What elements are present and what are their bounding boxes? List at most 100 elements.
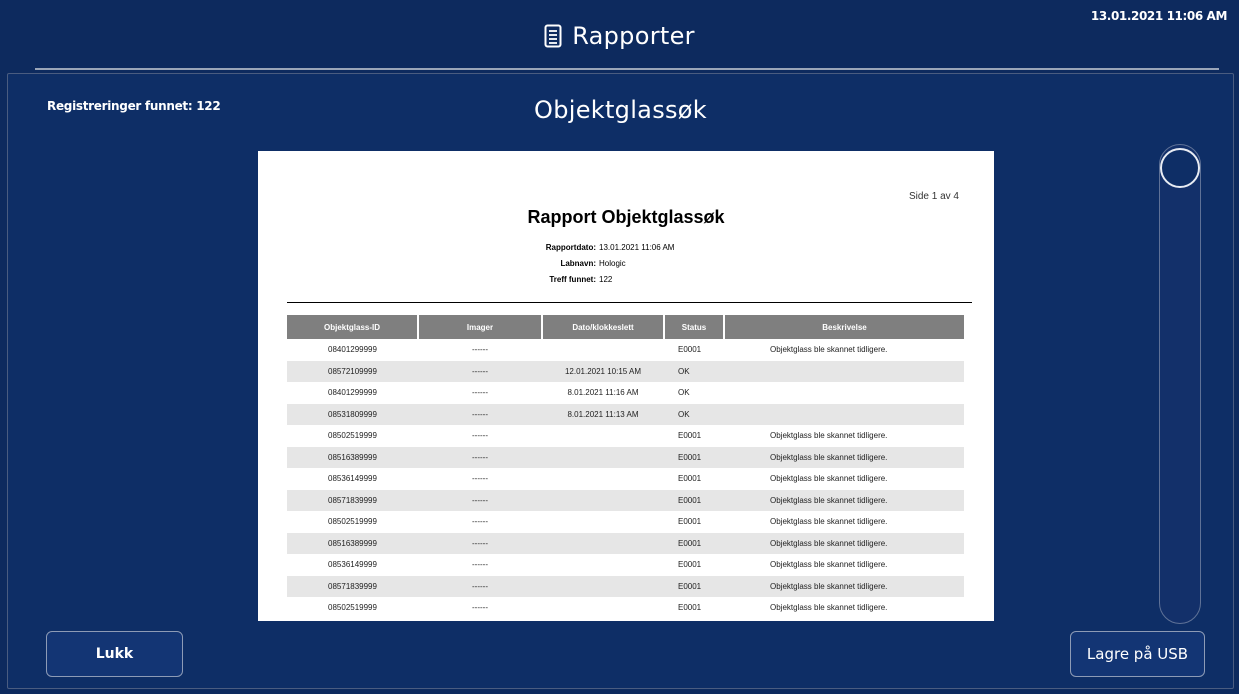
datetime-cell: 8.01.2021 11:13 AM (542, 403, 664, 425)
table-header-row: Objektglass-ID Imager Dato/klokkeslett S… (287, 315, 964, 339)
status-cell: E0001 (678, 431, 702, 441)
description-cell: Objektglass ble skannet tidligere. (724, 489, 964, 511)
status-cell: E0001 (678, 474, 702, 484)
table-row: 08516389999 ------ E0001 Objektglass ble sk… (287, 532, 964, 554)
description-cell: Objektglass ble skannet tidligere. (724, 532, 964, 554)
column-header-datetime: Dato/klokkeslett (542, 315, 665, 339)
imager-cell: ------ (472, 345, 488, 355)
imager-cell: ------ (472, 388, 488, 398)
column-header-slide-id: Objektglass-ID (287, 315, 419, 339)
column-header-imager: Imager (418, 315, 543, 339)
report-preview[interactable]: Side 1 av 4 Rapport Objektglassøk Rappor… (258, 151, 994, 621)
status-cell: OK (664, 360, 724, 382)
report-meta: Rapportdato: 13.01.2021 11:06 AM Labnavn… (258, 243, 994, 291)
meta-value: Hologic (599, 259, 626, 268)
slide-id-cell: 08536149999 (328, 560, 377, 570)
description-cell: Objektglass ble skannet tidligere. (724, 575, 964, 597)
status-cell: E0001 (678, 345, 702, 355)
close-button[interactable]: Lukk (46, 631, 183, 677)
status-cell: OK (678, 388, 690, 398)
table-row: 08516389999 ------ E0001 Objektglass ble sk… (287, 446, 964, 468)
slide-id-cell: 08536149999 (328, 474, 377, 484)
status-cell: E0001 (664, 446, 724, 468)
report-divider (287, 302, 972, 303)
datetime-cell (542, 446, 664, 468)
datetime-cell (542, 339, 664, 361)
table-row: 08536149999 ------ E0001 Objektglass ble sk… (287, 468, 964, 490)
status-cell: E0001 (678, 603, 702, 613)
header-title-text: Rapporter (572, 22, 695, 50)
description-cell: Objektglass ble skannet tidligere. (770, 474, 888, 484)
meta-row-hits-found: Treff funnet: 122 (258, 275, 994, 291)
table-row: 08571839999 ------ E0001 Objektglass ble sk… (287, 575, 964, 597)
slide-id-cell: 08502519999 (328, 431, 377, 441)
header-bar: Rapporter 13.01.2021 11:06 AM (0, 0, 1239, 72)
imager-cell: ------ (418, 403, 542, 425)
imager-cell: ------ (418, 446, 542, 468)
meta-label: Rapportdato: (545, 243, 596, 252)
slide-id-cell: 08572109999 (287, 360, 418, 382)
imager-cell: ------ (418, 360, 542, 382)
table-row: 08401299999 ------ 8.01.2021 11:16 AM OK (287, 382, 964, 404)
table-row: 08571839999 ------ E0001 Objektglass ble sk… (287, 489, 964, 511)
description-cell (724, 360, 964, 382)
meta-value: 122 (599, 275, 613, 284)
imager-cell: ------ (472, 560, 488, 570)
table-body: 08401299999 ------ E0001 Objektglass ble sk… (287, 339, 964, 619)
report-title: Rapport Objektglassøk (527, 207, 725, 227)
slide-id-cell: 08516389999 (287, 532, 418, 554)
description-cell: Objektglass ble skannet tidligere. (770, 517, 888, 527)
imager-cell: ------ (418, 532, 542, 554)
column-header-status: Status (664, 315, 725, 339)
status-cell: E0001 (678, 517, 702, 527)
meta-label: Treff funnet: (549, 275, 596, 284)
status-cell: E0001 (664, 532, 724, 554)
slide-id-cell: 08401299999 (328, 388, 377, 398)
status-cell: E0001 (664, 489, 724, 511)
datetime-cell (542, 511, 664, 533)
meta-label: Labnavn: (560, 259, 596, 268)
meta-value: 13.01.2021 11:06 AM (599, 243, 675, 252)
table-row: 08502519999 ------ E0001 Objektglass ble sk… (287, 511, 964, 533)
table-row: 08536149999 ------ E0001 Objektglass ble sk… (287, 554, 964, 576)
datetime-cell (542, 597, 664, 619)
scrollbar-thumb[interactable] (1160, 148, 1200, 188)
column-header-description: Beskrivelse (724, 315, 964, 339)
table-row: 08502519999 ------ E0001 Objektglass ble sk… (287, 597, 964, 619)
slide-id-cell: 08502519999 (328, 603, 377, 613)
meta-row-report-date: Rapportdato: 13.01.2021 11:06 AM (258, 243, 994, 259)
page-title: Objektglassøk (534, 96, 707, 124)
scrollbar-track[interactable] (1159, 144, 1201, 624)
main-panel: Registreringer funnet: 122 Objektglassøk… (7, 73, 1234, 689)
datetime-cell (542, 575, 664, 597)
description-cell (724, 382, 964, 404)
meta-row-lab-name: Labnavn: Hologic (258, 259, 994, 275)
save-to-usb-button[interactable]: Lagre på USB (1070, 631, 1205, 677)
imager-cell: ------ (472, 517, 488, 527)
slide-id-cell: 08531809999 (287, 403, 418, 425)
description-cell: Objektglass ble skannet tidligere. (724, 446, 964, 468)
report-page-number: Side 1 av 4 (908, 191, 959, 202)
status-cell: E0001 (678, 560, 702, 570)
description-cell (724, 403, 964, 425)
table-row: 08401299999 ------ E0001 Objektglass ble sk… (287, 339, 964, 361)
header-divider (35, 68, 1219, 70)
datetime-cell: 8.01.2021 11:16 AM (567, 388, 639, 398)
description-cell: Objektglass ble skannet tidligere. (770, 603, 888, 613)
slide-id-cell: 08401299999 (328, 345, 377, 355)
description-cell: Objektglass ble skannet tidligere. (770, 431, 888, 441)
status-cell: OK (664, 403, 724, 425)
datetime-cell: 12.01.2021 10:15 AM (542, 360, 664, 382)
table-row: 08531809999 ------ 8.01.2021 11:13 AM OK (287, 403, 964, 425)
imager-cell: ------ (418, 489, 542, 511)
imager-cell: ------ (418, 575, 542, 597)
imager-cell: ------ (472, 431, 488, 441)
table-row: 08572109999 ------ 12.01.2021 10:15 AM OK (287, 360, 964, 382)
timestamp: 13.01.2021 11:06 AM (1090, 9, 1228, 23)
slide-id-cell: 08516389999 (287, 446, 418, 468)
description-cell: Objektglass ble skannet tidligere. (770, 345, 888, 355)
imager-cell: ------ (472, 474, 488, 484)
header-title: Rapporter (0, 22, 1239, 54)
document-icon (544, 24, 562, 54)
imager-cell: ------ (472, 603, 488, 613)
